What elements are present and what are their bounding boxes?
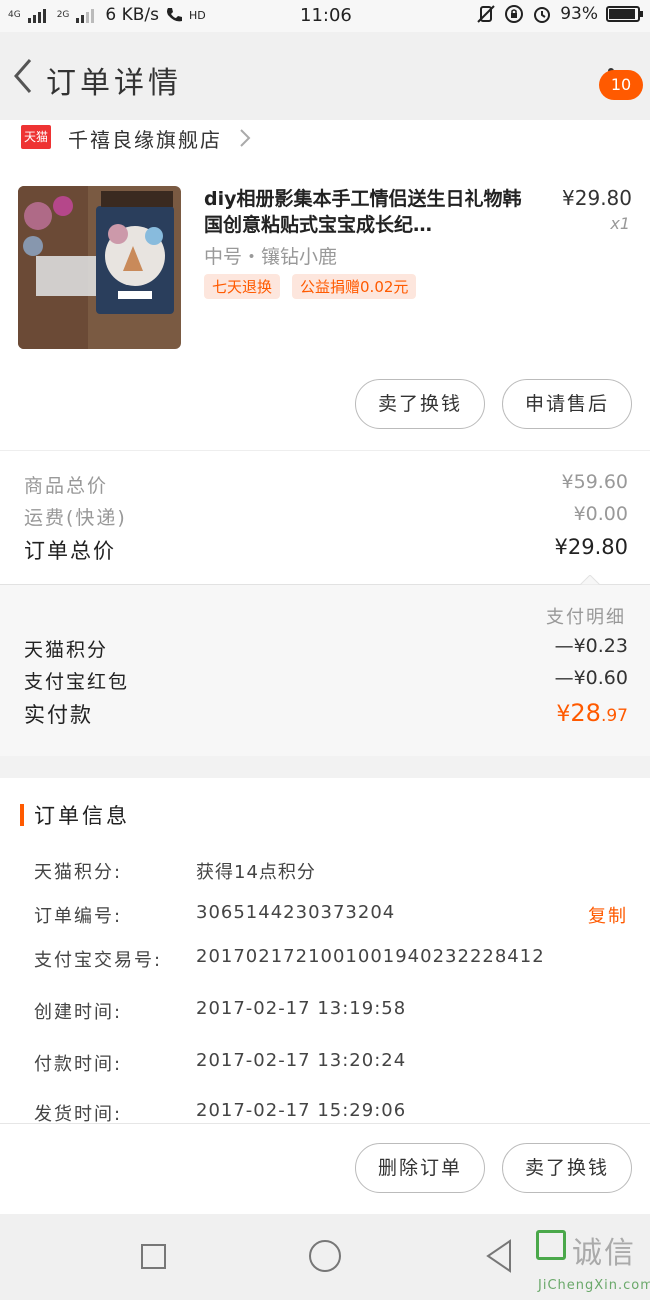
goods-total-value: ¥59.60	[561, 471, 628, 493]
info-value: 2017021721001001940232228412	[196, 946, 545, 967]
net-speed: 6 KB/s	[105, 5, 160, 25]
signal-icon	[27, 9, 46, 23]
points-label: 天猫积分	[24, 639, 109, 661]
tag-charity: 公益捐赠0.02元	[292, 274, 417, 299]
info-row-order-number: 订单编号: 3065144230373204 复制	[34, 902, 628, 932]
product-title[interactable]: diy相册影集本手工情侣送生日礼物韩国创意粘贴式宝宝成长纪…	[204, 186, 536, 238]
status-time: 11:06	[300, 5, 352, 26]
product-quantity: x1	[610, 214, 630, 233]
order-total-label: 订单总价	[24, 539, 116, 563]
info-value: 获得14点积分	[196, 862, 316, 883]
info-label: 发货时间:	[34, 1104, 123, 1123]
shipping-value: ¥0.00	[573, 503, 628, 525]
redpacket-row: 支付宝红包 —¥0.60	[24, 667, 628, 694]
product-tags: 七天退换 公益捐赠0.02元	[204, 274, 417, 299]
alarm-icon	[534, 7, 551, 23]
order-info: 订单信息 天猫积分: 获得14点积分 订单编号: 306514423037320…	[0, 778, 650, 1123]
back-arrow-icon[interactable]	[10, 56, 36, 96]
status-bar: 4G 2G 6 KB/s HD 11:06 93%	[0, 0, 650, 32]
sell-for-cash-button-bottom[interactable]: 卖了换钱	[502, 1143, 632, 1193]
payment-details: 支付明细 天猫积分 —¥0.23 支付宝红包 —¥0.60 实付款 ¥28.97	[0, 575, 650, 756]
order-total-row: 订单总价 ¥29.80	[24, 535, 628, 565]
info-value: 2017-02-17 13:19:58	[196, 998, 407, 1019]
paid-integer: 28	[570, 699, 601, 727]
points-value: —¥0.23	[554, 635, 628, 657]
info-value: 3065144230373204	[196, 902, 396, 923]
info-row-paid: 付款时间: 2017-02-17 13:20:24	[34, 1050, 628, 1080]
info-label: 订单编号:	[34, 906, 123, 927]
product-item[interactable]: diy相册影集本手工情侣送生日礼物韩国创意粘贴式宝宝成长纪… ¥29.80 x1…	[0, 176, 650, 372]
paid-label: 实付款	[24, 703, 93, 727]
info-label: 创建时间:	[34, 1002, 123, 1023]
page-title: 订单详情	[46, 66, 182, 101]
status-right: 93%	[476, 4, 643, 24]
goods-total-row: 商品总价 ¥59.60	[24, 471, 628, 498]
watermark-text: 诚信	[572, 1236, 636, 1271]
rotation-lock-icon	[505, 5, 524, 23]
info-label: 付款时间:	[34, 1054, 123, 1075]
shipping-label: 运费(快递)	[24, 507, 127, 529]
product-image[interactable]	[18, 186, 181, 349]
item-actions: 卖了换钱 申请售后	[0, 372, 650, 450]
info-label: 天猫积分:	[34, 862, 123, 883]
recent-apps-icon[interactable]	[141, 1244, 166, 1269]
watermark-logo	[536, 1230, 566, 1260]
watermark: 诚信 JiChengXin.com	[532, 1224, 650, 1300]
paid-decimal: .97	[600, 706, 628, 726]
nav-back-icon[interactable]	[484, 1238, 514, 1274]
signal-2g-label: 2G	[56, 10, 70, 20]
payment-detail-label: 支付明细	[546, 607, 626, 628]
bottom-actions: 删除订单 卖了换钱	[0, 1123, 650, 1214]
phone-icon	[167, 8, 183, 22]
info-row-shipped: 发货时间: 2017-02-17 15:29:06	[34, 1100, 628, 1123]
info-value: 2017-02-17 15:29:06	[196, 1100, 407, 1121]
chevron-right-icon	[240, 129, 251, 147]
paid-currency: ¥	[556, 702, 571, 727]
header: 订单详情 10	[0, 32, 650, 120]
redpacket-value: —¥0.60	[554, 667, 628, 689]
order-totals: 商品总价 ¥59.60 运费(快递) ¥0.00 订单总价 ¥29.80	[0, 450, 650, 584]
info-label: 支付宝交易号:	[34, 950, 163, 971]
redpacket-label: 支付宝红包	[24, 671, 130, 693]
section-accent-bar	[20, 804, 24, 826]
product-spec: 中号・镶钻小鹿	[204, 246, 338, 268]
points-row: 天猫积分 —¥0.23	[24, 635, 628, 662]
mute-icon	[477, 5, 495, 23]
goods-total-label: 商品总价	[24, 475, 109, 497]
copy-order-number-link[interactable]: 复制	[588, 902, 628, 928]
info-row-alipay-id: 支付宝交易号: 2017021721001001940232228412	[34, 946, 628, 976]
order-info-title: 订单信息	[34, 804, 130, 828]
signal-4g-label: 4G	[8, 10, 21, 20]
tmall-logo: 天猫	[21, 125, 51, 149]
paid-value: ¥28.97	[556, 699, 628, 729]
sell-for-cash-button[interactable]: 卖了换钱	[355, 379, 485, 429]
order-total-value: ¥29.80	[554, 535, 628, 559]
battery-level	[609, 9, 635, 19]
signal-icon-2	[76, 9, 95, 23]
battery-percent: 93%	[560, 4, 598, 24]
product-photo-illustration	[18, 186, 181, 349]
paid-row: 实付款 ¥28.97	[24, 699, 628, 729]
message-badge[interactable]: 10	[599, 70, 643, 100]
system-nav-bar: 诚信 JiChengXin.com	[0, 1214, 650, 1300]
hd-label: HD	[189, 8, 206, 22]
battery-icon	[606, 6, 643, 22]
info-row-points: 天猫积分: 获得14点积分	[34, 858, 628, 888]
delete-order-button[interactable]: 删除订单	[355, 1143, 485, 1193]
shipping-row: 运费(快递) ¥0.00	[24, 503, 628, 530]
tag-return: 七天退换	[204, 274, 281, 299]
shop-row[interactable]: 天猫 千禧良缘旗舰店	[0, 120, 650, 176]
shop-name[interactable]: 千禧良缘旗舰店	[68, 124, 222, 153]
info-row-created: 创建时间: 2017-02-17 13:19:58	[34, 998, 628, 1028]
info-value: 2017-02-17 13:20:24	[196, 1050, 407, 1071]
after-sale-button[interactable]: 申请售后	[502, 379, 632, 429]
product-price: ¥29.80	[562, 186, 632, 210]
caret-up-icon	[580, 575, 600, 585]
home-icon[interactable]	[309, 1240, 341, 1272]
status-left: 4G 2G 6 KB/s HD	[8, 5, 206, 25]
watermark-url: JiChengXin.com	[538, 1278, 650, 1293]
